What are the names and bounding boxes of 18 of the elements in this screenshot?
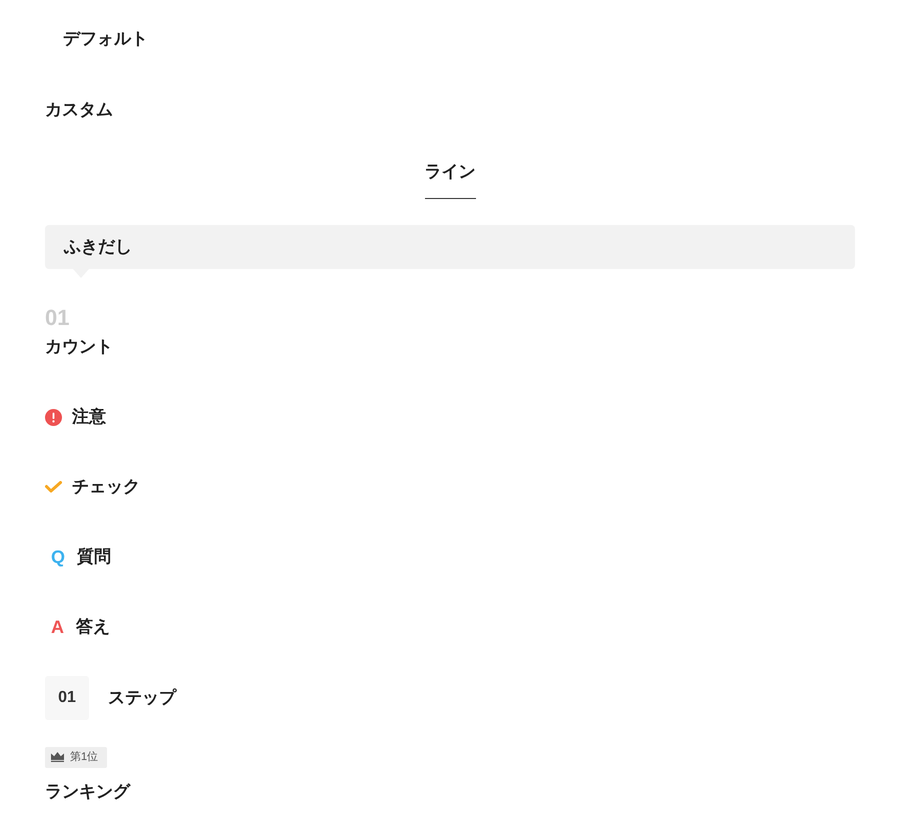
heading-text: カウント xyxy=(45,336,113,358)
heading-text: チェック xyxy=(72,476,140,498)
heading-text: ふきだし xyxy=(64,237,132,256)
rank-label-text: 第1位 xyxy=(70,750,98,764)
heading-text: 質問 xyxy=(77,546,112,568)
q-letter: Q xyxy=(51,546,66,568)
heading-text: ライン xyxy=(424,159,476,199)
heading-text: デフォルト xyxy=(63,29,148,48)
alert-icon xyxy=(45,408,62,426)
crown-icon xyxy=(51,752,64,762)
check-icon xyxy=(45,481,62,493)
step-number: 01 xyxy=(45,676,89,720)
a-letter: A xyxy=(51,616,64,638)
heading-text: 答え xyxy=(76,616,110,638)
heading-text: ランキング xyxy=(45,781,130,803)
heading-text: カスタム xyxy=(45,99,113,121)
heading-text: 注意 xyxy=(72,406,106,428)
heading-text: ステップ xyxy=(108,687,176,709)
